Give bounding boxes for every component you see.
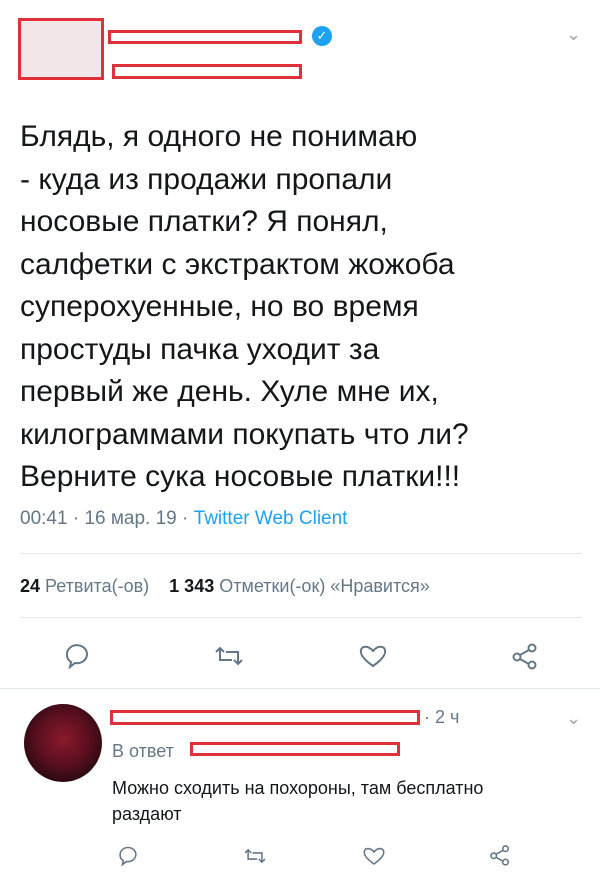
retweet-icon[interactable] xyxy=(212,644,246,668)
retweets-label: Ретвита(-ов) xyxy=(45,576,150,596)
reply-to-label: В ответ xyxy=(112,741,174,761)
reply-to-handle-redacted[interactable] xyxy=(190,742,400,756)
tweet-client-link[interactable]: Twitter Web Client xyxy=(194,508,348,529)
reply-icon[interactable] xyxy=(116,845,140,867)
tweet-meta: 00:41 · 16 мар. 19 · Twitter Web Client xyxy=(20,508,347,530)
likes-stat[interactable]: 1 343 Отметки(-ок) «Нравится» xyxy=(169,576,430,596)
retweets-stat[interactable]: 24 Ретвита(-ов) xyxy=(20,576,149,596)
retweet-icon[interactable] xyxy=(242,846,268,866)
share-icon[interactable] xyxy=(488,844,512,866)
reply-icon[interactable] xyxy=(62,642,92,670)
reply-avatar[interactable] xyxy=(24,704,102,782)
author-handle-redacted[interactable] xyxy=(112,64,302,79)
meta-separator: · xyxy=(67,508,85,529)
share-icon[interactable] xyxy=(510,642,540,670)
tweet-date: 16 мар. 19 xyxy=(84,508,177,529)
meta-separator: · xyxy=(176,508,194,529)
chevron-down-icon[interactable]: ⌄ xyxy=(566,708,581,729)
reply-time: · 2 ч xyxy=(424,707,460,727)
reply-author-redacted[interactable] xyxy=(110,710,420,725)
tweet-text: Блядь, я одного не понимаю - куда из про… xyxy=(20,120,469,493)
author-avatar[interactable] xyxy=(18,18,104,80)
heart-icon[interactable] xyxy=(362,845,386,867)
divider xyxy=(20,553,582,554)
retweets-count: 24 xyxy=(20,576,41,596)
likes-label: Отметки(-ок) «Нравится» xyxy=(219,576,430,596)
tweet-stats: 24 Ретвита(-ов) 1 343 Отметки(-ок) «Нрав… xyxy=(20,576,430,597)
divider xyxy=(0,688,600,689)
chevron-down-icon[interactable]: ⌄ xyxy=(566,24,581,45)
tweet-time: 00:41 xyxy=(20,508,68,529)
author-name-redacted[interactable] xyxy=(108,30,302,44)
divider xyxy=(20,617,582,618)
reply-text: Можно сходить на похороны, там бесплатно… xyxy=(112,778,484,824)
verified-badge-icon: ✓ xyxy=(312,26,332,46)
likes-count: 1 343 xyxy=(169,576,215,596)
heart-icon[interactable] xyxy=(358,643,388,669)
